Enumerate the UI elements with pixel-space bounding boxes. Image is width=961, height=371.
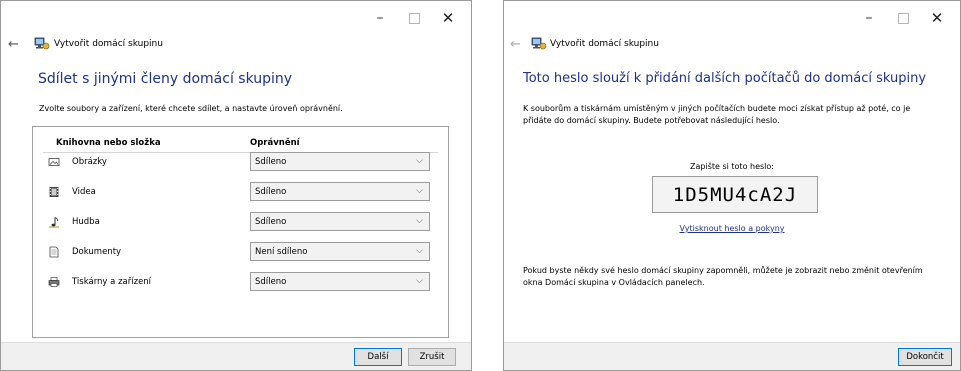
caption-buttons: – ✕ (363, 7, 465, 29)
row-label: Videa (72, 187, 96, 197)
permission-dropdown-music[interactable]: Sdíleno ⌵ (250, 212, 430, 231)
footer-bar: Dokončit (504, 342, 960, 370)
table-row: Dokumenty Není sdíleno ⌵ (33, 242, 448, 262)
page-heading: Sdílet s jinými členy domácí skupiny (38, 71, 293, 87)
table-row: Videa Sdíleno ⌵ (33, 182, 448, 202)
finish-button[interactable]: Dokončit (898, 348, 952, 366)
chevron-down-icon: ⌵ (416, 276, 423, 286)
homegroup-password: 1D5MU4cA2J (652, 176, 818, 213)
row-label: Dokumenty (72, 247, 122, 257)
printer-icon (48, 277, 60, 287)
permission-dropdown-videos[interactable]: Sdíleno ⌵ (250, 182, 430, 201)
app-title: Vytvořit domácí skupinu (54, 39, 163, 49)
page-description: Zvolte soubory a zařízení, které chcete … (39, 104, 343, 113)
row-label: Hudba (72, 217, 100, 227)
maximize-icon (408, 12, 420, 24)
forgotten-password-note: Pokud byste někdy své heslo domácí skupi… (523, 266, 923, 287)
homegroup-icon (531, 37, 547, 50)
row-label: Tiskárny a zařízení (72, 277, 152, 287)
dropdown-value: Sdíleno (255, 157, 287, 167)
back-arrow-button: ← (510, 37, 521, 52)
column-header-permission: Oprávnění (250, 138, 300, 148)
dropdown-value: Sdíleno (255, 187, 287, 197)
chevron-down-icon: ⌵ (416, 156, 423, 166)
permission-dropdown-printers[interactable]: Sdíleno ⌵ (250, 272, 430, 291)
page-heading: Toto heslo slouží k přidání dalších počí… (523, 71, 927, 86)
print-password-link[interactable]: Vytisknout heslo a pokyny (504, 224, 960, 233)
app-title: Vytvořit domácí skupinu (550, 39, 659, 49)
caption-buttons: – ✕ (852, 7, 954, 29)
password-label: Zapište si toto heslo: (690, 162, 774, 171)
homegroup-icon (34, 37, 50, 50)
table-row: Tiskárny a zařízení Sdíleno ⌵ (33, 272, 448, 292)
table-row: Hudba Sdíleno ⌵ (33, 212, 448, 232)
permission-dropdown-documents[interactable]: Není sdíleno ⌵ (250, 242, 430, 261)
footer-bar: Další Zrušit (1, 342, 471, 370)
row-label: Obrázky (72, 157, 107, 167)
dropdown-value: Není sdíleno (255, 247, 308, 257)
dropdown-value: Sdíleno (255, 217, 287, 227)
window-gap (472, 0, 503, 371)
minimize-button[interactable]: – (363, 7, 397, 29)
back-arrow-button[interactable]: ← (8, 37, 19, 52)
page-description: K souborům a tiskárnám umístěným v jinýc… (523, 104, 911, 125)
maximize-button[interactable] (397, 7, 431, 29)
homegroup-share-window: – ✕ ← Vytvořit domácí skupinu Sdílet s j… (0, 0, 472, 371)
column-header-library: Knihovna nebo složka (56, 138, 161, 148)
pictures-icon (48, 158, 60, 166)
cancel-button[interactable]: Zrušit (408, 348, 456, 366)
table-row: Obrázky Sdíleno ⌵ (33, 152, 448, 172)
videos-icon (49, 187, 59, 197)
chevron-down-icon: ⌵ (416, 186, 423, 196)
minimize-button[interactable]: – (852, 7, 886, 29)
homegroup-password-window: – ✕ ← Vytvořit domácí skupinu Toto heslo… (503, 0, 961, 371)
maximize-icon (897, 12, 909, 24)
chevron-down-icon: ⌵ (416, 246, 423, 256)
music-icon (49, 217, 59, 228)
dropdown-value: Sdíleno (255, 277, 287, 287)
close-button[interactable]: ✕ (431, 7, 465, 29)
sharing-table: Knihovna nebo složka Oprávnění Obrázky S… (32, 126, 449, 338)
chevron-down-icon: ⌵ (416, 216, 423, 226)
permission-dropdown-pictures[interactable]: Sdíleno ⌵ (250, 152, 430, 171)
close-button[interactable]: ✕ (920, 7, 954, 29)
documents-icon (49, 246, 59, 258)
next-button[interactable]: Další (354, 348, 402, 366)
maximize-button[interactable] (886, 7, 920, 29)
